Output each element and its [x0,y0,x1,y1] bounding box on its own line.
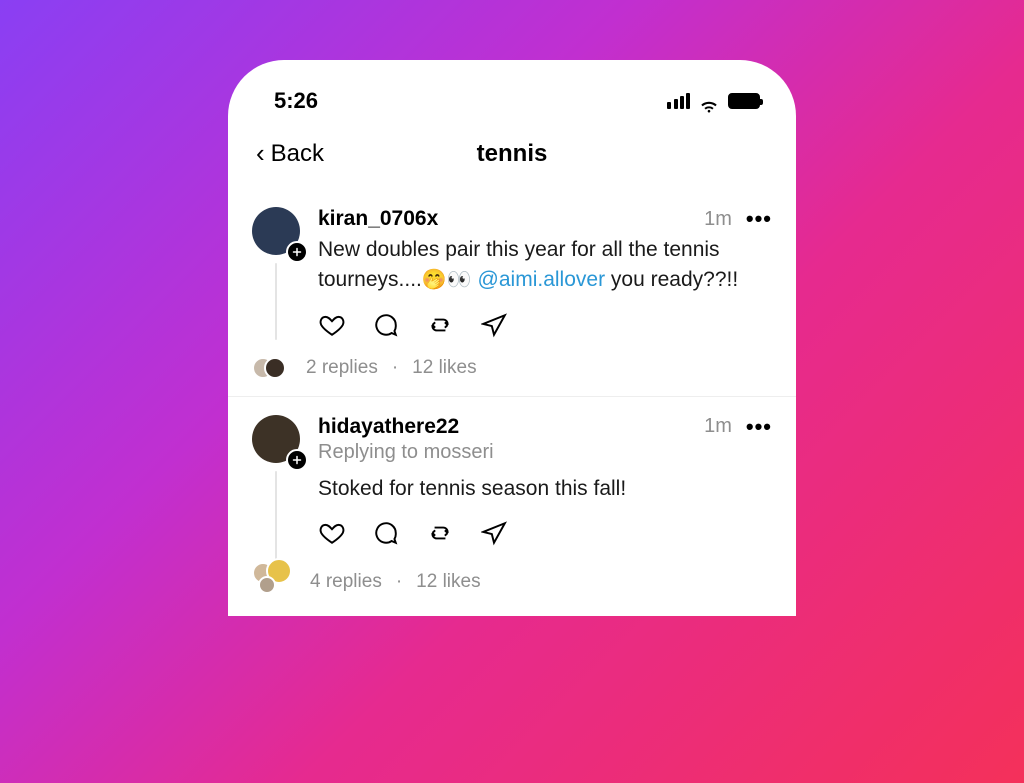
post-meta: 4 replies · 12 likes [252,562,772,602]
phone-frame: 5:26 ‹ Back tennis [228,60,796,616]
replies-link[interactable]: 4 replies [310,571,382,593]
reply-avatars[interactable] [252,562,296,602]
follow-plus-icon[interactable] [286,449,308,471]
replies-link[interactable]: 2 replies [306,357,378,379]
action-row [318,518,772,548]
separator: · [396,571,402,593]
comment-button[interactable] [372,519,400,547]
mini-avatar [258,576,276,594]
wifi-icon [698,93,720,109]
post-meta: 2 replies · 12 likes [252,354,772,382]
emoji: 🤭👀 [422,269,472,291]
battery-icon [728,93,760,109]
share-button[interactable] [480,311,508,339]
avatar-container[interactable] [252,207,304,259]
reply-avatars[interactable] [252,354,292,382]
timestamp: 1m [704,415,732,438]
thread-line [275,263,277,340]
back-label: Back [271,140,324,168]
repost-button[interactable] [426,519,454,547]
chevron-left-icon: ‹ [256,138,265,169]
post: hidayathere22 1m ••• Replying to mosseri… [228,397,796,616]
likes-link[interactable]: 12 likes [412,357,476,379]
text-segment: Stoked for tennis season this fall! [318,477,626,500]
username[interactable]: hidayathere22 [318,415,459,439]
mention-link[interactable]: @aimi.allover [478,268,606,291]
status-indicators [667,93,760,109]
cellular-icon [667,93,690,109]
back-button[interactable]: ‹ Back [256,138,324,169]
timestamp: 1m [704,208,732,231]
status-bar: 5:26 [228,84,796,132]
replying-to[interactable]: Replying to mosseri [318,441,772,464]
more-button[interactable]: ••• [746,416,772,438]
thread-line [275,471,277,560]
action-row [318,310,772,340]
separator: · [392,357,398,379]
mini-avatar [264,357,286,379]
status-time: 5:26 [274,88,318,114]
more-button[interactable]: ••• [746,208,772,230]
follow-plus-icon[interactable] [286,241,308,263]
post: kiran_0706x 1m ••• New doubles pair this… [228,189,796,397]
post-text: Stoked for tennis season this fall! [318,474,772,504]
username[interactable]: kiran_0706x [318,207,438,231]
avatar-container[interactable] [252,415,304,467]
repost-button[interactable] [426,311,454,339]
comment-button[interactable] [372,311,400,339]
likes-link[interactable]: 12 likes [416,571,480,593]
like-button[interactable] [318,519,346,547]
nav-header: ‹ Back tennis [228,132,796,189]
like-button[interactable] [318,311,346,339]
gradient-background: 5:26 ‹ Back tennis [0,0,1024,783]
post-text: New doubles pair this year for all the t… [318,235,772,296]
text-segment: you ready??!! [605,268,738,291]
share-button[interactable] [480,519,508,547]
